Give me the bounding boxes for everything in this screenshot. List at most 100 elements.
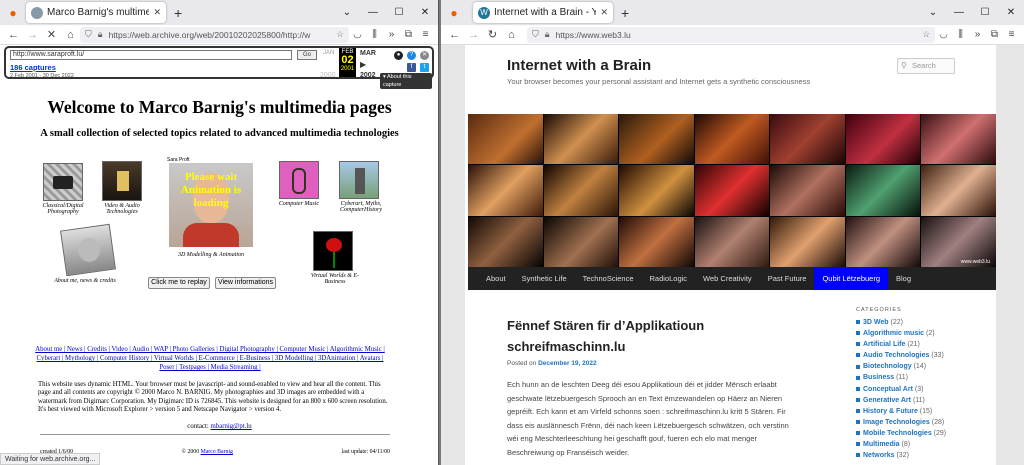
category-item[interactable]: Business (11) [856,372,986,383]
category-item[interactable]: Image Technologies (28) [856,417,986,428]
minimize-icon[interactable]: — [360,7,386,18]
menu-item-web-creativity[interactable]: Web Creativity [695,267,760,290]
shield-icon[interactable]: ⛉ [532,29,539,40]
video-audio-caption[interactable]: Video & Audio Technologies [92,203,152,215]
library-icon[interactable]: ⫼ [952,29,969,40]
virtual-worlds-caption[interactable]: Virtual Worlds & E-Business [303,273,367,285]
category-item[interactable]: Networks (32) [856,450,986,461]
virtual-worlds-thumbnail[interactable] [313,231,353,271]
next-year[interactable]: 2002 [360,72,376,79]
category-name[interactable]: Networks [863,452,895,459]
home-icon[interactable]: ⌂ [61,29,80,41]
bookmark-star-icon[interactable]: ☆ [922,29,930,40]
new-tab-icon[interactable]: + [174,5,182,21]
wayback-url-input[interactable]: http://www.saraproft.lu/ [10,50,292,60]
reload-icon[interactable]: ↻ [483,28,502,41]
close-tab-icon[interactable]: ✕ [153,7,161,18]
lock-icon[interactable]: 🔒︎ [545,29,550,40]
tab-active[interactable]: Marco Barnig's multimedia pag ✕ [26,2,166,23]
bookmark-star-icon[interactable]: ☆ [336,29,344,40]
category-name[interactable]: Algorithmic music [863,330,924,337]
lock-icon[interactable]: 🔒︎ [98,29,103,40]
new-tab-icon[interactable]: + [621,5,629,21]
menu-item-technoscience[interactable]: TechnoScience [575,267,642,290]
close-icon[interactable]: ✕ [42,28,61,41]
category-item[interactable]: Mobile Technologies (29) [856,428,986,439]
category-name[interactable]: Artificial Life [863,341,905,348]
category-name[interactable]: History & Future [863,408,918,415]
menu-icon[interactable]: ≡ [417,29,434,40]
post-date-link[interactable]: December 19, 2022 [538,360,597,367]
site-title[interactable]: Internet with a Brain [507,57,651,74]
firefox-icon[interactable]: ● [0,6,26,20]
firefox-icon[interactable]: ● [441,6,467,20]
category-name[interactable]: Business [863,374,894,381]
overflow-chevron-icon[interactable]: » [969,29,986,40]
category-name[interactable]: Generative Art [863,397,911,404]
category-item[interactable]: History & Future (15) [856,406,986,417]
wayback-go-button[interactable]: Go [297,50,317,60]
post-title[interactable]: Fënnef Stären fir d’Applikatioun schreif… [507,315,757,357]
close-wayback-icon[interactable]: ✕ [420,51,429,60]
category-name[interactable]: Image Technologies [863,419,930,426]
menu-item-past-future[interactable]: Past Future [760,267,815,290]
url-bar[interactable]: ⛉ 🔒︎ https://web.archive.org/web/2001020… [80,26,349,43]
help-icon[interactable]: ? [407,51,416,60]
pocket-icon[interactable]: ◡ [349,29,366,40]
3d-modelling-caption[interactable]: 3D Modelling & Animation [172,252,250,258]
back-icon[interactable]: ← [4,29,23,41]
extensions-icon[interactable]: ⧉ [400,29,417,40]
pocket-icon[interactable]: ◡ [935,29,952,40]
category-item[interactable]: Conceptual Art (3) [856,384,986,395]
contact-email-link[interactable]: mbarnig@pt.lu [211,423,252,430]
next-capture-arrow-icon[interactable]: ▶ [360,60,366,69]
category-name[interactable]: 3D Web [863,319,889,326]
menu-icon[interactable]: ≡ [1003,29,1020,40]
cyberart-caption[interactable]: Cyberart, Myths, ComputerHistory [329,201,393,213]
menu-item-synthetic-life[interactable]: Synthetic Life [514,267,575,290]
forward-icon[interactable]: → [23,29,42,41]
url-bar[interactable]: ⛉ 🔒︎ https://www.web3.lu ☆ [527,26,935,43]
library-icon[interactable]: ⫼ [366,29,383,40]
minimize-icon[interactable]: — [946,7,972,18]
category-item[interactable]: Multimedia (8) [856,439,986,450]
captures-link[interactable]: 186 captures [10,63,56,72]
close-tab-icon[interactable]: ✕ [600,7,608,18]
close-window-icon[interactable]: ✕ [998,7,1024,18]
facebook-icon[interactable]: f [407,63,416,72]
video-audio-thumbnail[interactable] [102,161,142,201]
category-item[interactable]: Artificial Life (21) [856,339,986,350]
menu-item-about[interactable]: About [478,267,514,290]
twitter-icon[interactable]: t [420,63,429,72]
next-month[interactable]: MAR [360,50,376,57]
category-name[interactable]: Audio Technologies [863,352,929,359]
home-icon[interactable]: ⌂ [502,29,521,41]
shield-icon[interactable]: ⛉ [85,29,92,40]
category-item[interactable]: 3D Web (22) [856,317,986,328]
cyberart-thumbnail[interactable] [339,161,379,199]
forward-icon[interactable]: → [464,29,483,41]
extensions-icon[interactable]: ⧉ [986,29,1003,40]
about-me-photo[interactable] [60,223,116,277]
category-name[interactable]: Conceptual Art [863,386,913,393]
chevron-down-icon[interactable]: ⌄ [920,7,946,18]
category-name[interactable]: Multimedia [863,441,900,448]
category-name[interactable]: Mobile Technologies [863,430,932,437]
photography-thumbnail[interactable] [43,163,83,201]
view-informations-button[interactable]: View informations [215,277,276,289]
close-window-icon[interactable]: ✕ [412,7,438,18]
chevron-down-icon[interactable]: ⌄ [334,7,360,18]
prev-month[interactable]: JAN [323,50,334,56]
maximize-icon[interactable]: ☐ [386,7,412,18]
back-icon[interactable]: ← [445,29,464,41]
menu-item-qubit-letzebuerg[interactable]: Qubit Lëtzebuerg [814,267,889,290]
about-me-caption[interactable]: About me, news & credits [50,278,120,284]
replay-button[interactable]: Click me to replay [148,277,210,289]
menu-item-radiologic[interactable]: RadioLogic [642,267,696,290]
category-name[interactable]: Biotechnology [863,363,912,370]
category-item[interactable]: Biotechnology (14) [856,361,986,372]
about-capture-button[interactable]: ▾ About this capture [380,73,432,89]
tab-active[interactable]: W Internet with a Brain - Your bro ✕ [473,2,613,23]
photography-caption[interactable]: Classical/Digital Photography [33,203,93,215]
animation-panel[interactable]: Please wait Animation is loading [169,163,253,247]
